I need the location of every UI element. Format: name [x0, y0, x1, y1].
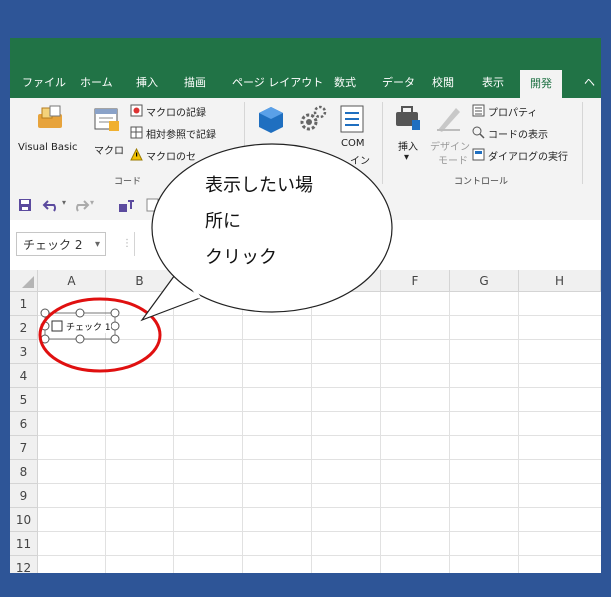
group-separator: [582, 102, 583, 184]
tab-help[interactable]: ヘ: [582, 68, 597, 98]
design-mode-icon: [437, 108, 460, 132]
visual-basic-icon[interactable]: [34, 104, 66, 132]
tab-data[interactable]: データ: [380, 68, 417, 98]
tab-formulas[interactable]: 数式: [332, 68, 358, 98]
row-header-7[interactable]: 7: [10, 436, 38, 460]
tab-page-layout[interactable]: ページ レイアウト: [230, 68, 325, 98]
tab-review[interactable]: 校閲: [430, 68, 456, 98]
row-header-8[interactable]: 8: [10, 460, 38, 484]
tab-file[interactable]: ファイル: [20, 68, 68, 98]
row-header-12[interactable]: 12: [10, 556, 38, 573]
grid-line: [38, 411, 601, 412]
properties-button[interactable]: プロパティ: [488, 104, 537, 119]
visual-basic-button[interactable]: Visual Basic: [18, 142, 78, 153]
record-macro-icon: [130, 104, 143, 117]
row-header-3[interactable]: 3: [10, 340, 38, 364]
column-header-a[interactable]: A: [38, 270, 106, 292]
redo-dropdown-icon[interactable]: ▾: [90, 198, 94, 207]
grid-line: [38, 459, 601, 460]
row-header-5[interactable]: 5: [10, 388, 38, 412]
row-header-1[interactable]: 1: [10, 292, 38, 316]
view-code-button[interactable]: コードの表示: [488, 126, 548, 141]
properties-icon: [472, 104, 485, 117]
name-box[interactable]: チェック 2 ▾: [16, 232, 106, 256]
grid-line: [38, 387, 601, 388]
tab-home[interactable]: ホーム: [78, 68, 115, 98]
name-box-value: チェック 2: [23, 238, 83, 252]
column-header-h[interactable]: H: [519, 270, 601, 292]
callout-line-3: クリック: [205, 247, 277, 268]
speech-bubble: [140, 143, 393, 322]
tab-developer[interactable]: 開発: [520, 70, 562, 98]
grid-line: [38, 435, 601, 436]
row-header-11[interactable]: 11: [10, 532, 38, 556]
callout-line-1: 表示したい場: [205, 175, 313, 196]
row-header-9[interactable]: 9: [10, 484, 38, 508]
row-header-10[interactable]: 10: [10, 508, 38, 532]
select-all-corner[interactable]: [10, 270, 38, 292]
undo-dropdown-icon[interactable]: ▾: [62, 198, 66, 207]
grid-line: [38, 555, 601, 556]
record-macro-button[interactable]: マクロの記録: [146, 104, 206, 119]
redo-icon[interactable]: [72, 197, 90, 213]
tab-view[interactable]: 表示: [480, 68, 506, 98]
column-header-g[interactable]: G: [450, 270, 519, 292]
tab-insert[interactable]: 挿入: [134, 68, 160, 98]
run-dialog-button[interactable]: ダイアログの実行: [488, 148, 568, 163]
design-mode-button[interactable]: デザイン: [430, 138, 470, 153]
grid-line: [38, 507, 601, 508]
macro-button[interactable]: マクロ: [94, 142, 124, 157]
row-header-2[interactable]: 2: [10, 316, 38, 340]
title-bar: [10, 38, 601, 68]
grid-line: [38, 531, 601, 532]
ribbon-tab-bar: ファイル ホーム 挿入 描画 ページ レイアウト 数式 データ 校閲 表示 開発…: [10, 68, 601, 98]
callout-line-2: 所に: [205, 211, 241, 232]
grid-line: [38, 483, 601, 484]
controls-group-label: コントロール: [454, 177, 509, 187]
save-icon[interactable]: [18, 198, 32, 212]
view-code-icon: [472, 126, 485, 139]
tab-draw[interactable]: 描画: [182, 68, 208, 98]
row-header-4[interactable]: 4: [10, 364, 38, 388]
row-header-6[interactable]: 6: [10, 412, 38, 436]
undo-icon[interactable]: [42, 197, 62, 213]
design-mode-label-2[interactable]: モード: [438, 152, 468, 167]
name-box-dropdown-icon[interactable]: ▾: [95, 233, 100, 257]
macro-icon[interactable]: [92, 104, 122, 134]
run-dialog-icon: [472, 148, 485, 161]
